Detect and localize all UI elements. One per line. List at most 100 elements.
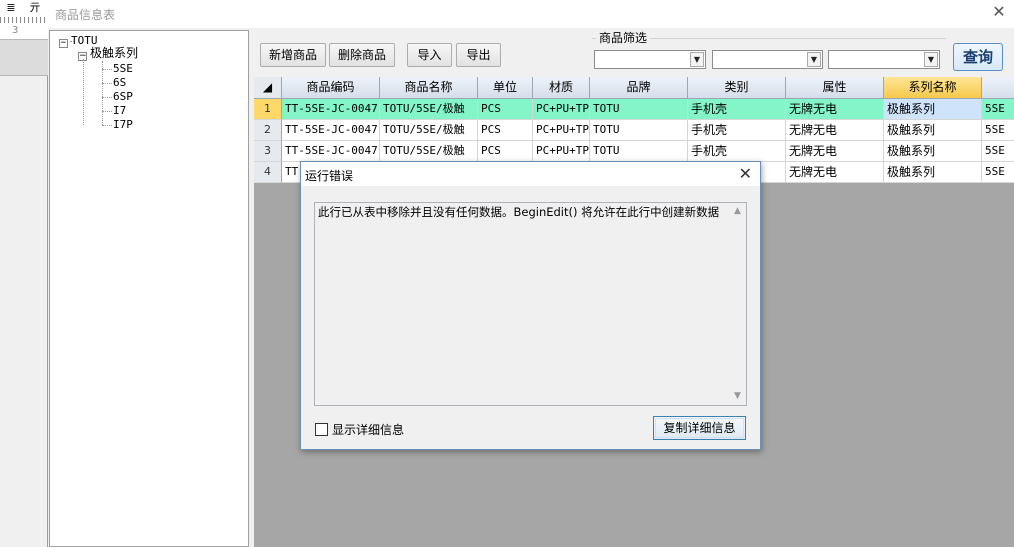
message-scrollbar[interactable]: ▲ ▼ xyxy=(729,203,746,405)
row-number[interactable]: 3 xyxy=(254,141,282,162)
table-row[interactable]: 2 TT-5SE-JC-0047 TOTU/5SE/极触 PCS PC+PU+T… xyxy=(254,120,1014,141)
tree-node-series[interactable]: − 极触系列 xyxy=(78,47,138,61)
tree-leaf[interactable]: 5SE xyxy=(113,62,133,75)
cell-brand[interactable]: TOTU xyxy=(590,99,688,120)
tree-line xyxy=(70,41,74,42)
cell-category[interactable]: 手机壳 xyxy=(688,141,786,162)
layout-icon[interactable]: 亓 xyxy=(26,1,44,15)
cell-code[interactable]: TT-5SE-JC-0047 xyxy=(282,99,380,120)
column-header[interactable]: 商品编码 xyxy=(282,77,380,99)
align-icon[interactable]: ≣ xyxy=(2,1,20,15)
cell-name[interactable]: TOTU/5SE/极触 xyxy=(380,120,478,141)
close-icon[interactable]: ✕ xyxy=(739,164,752,184)
cell-category[interactable]: 手机壳 xyxy=(688,120,786,141)
cell-unit[interactable]: PCS xyxy=(478,141,533,162)
cell-series[interactable]: 极触系列 xyxy=(884,99,982,120)
cell-code[interactable]: TT-5SE-JC-0047 xyxy=(282,120,380,141)
column-header[interactable]: 品牌 xyxy=(590,77,688,99)
cell-material[interactable]: PC+PU+TP xyxy=(533,99,590,120)
cell-material[interactable]: PC+PU+TP xyxy=(533,120,590,141)
table-row[interactable]: 1 TT-5SE-JC-0047 TOTU/5SE/极触 PCS PC+PU+T… xyxy=(254,99,1014,120)
column-header[interactable]: 材质 xyxy=(533,77,590,99)
background-window-strip: ≣ 亓 3 xyxy=(0,0,48,547)
tree-line xyxy=(102,69,112,70)
column-header[interactable]: 类别 xyxy=(688,77,786,99)
cell-extra[interactable]: 5SE xyxy=(982,120,1014,141)
chevron-down-icon[interactable]: ▼ xyxy=(690,52,704,67)
cell-code[interactable]: TT-5SE-JC-0047 xyxy=(282,141,380,162)
ruler: ≣ 亓 3 xyxy=(0,0,48,40)
row-number[interactable]: 1 xyxy=(254,99,282,120)
tree-line xyxy=(102,61,103,125)
error-message-box[interactable]: 此行已从表中移除并且没有任何数据。BeginEdit() 将允许在此行中创建新数… xyxy=(314,202,747,406)
scroll-down-icon[interactable]: ▼ xyxy=(729,388,746,405)
dialog-titlebar: 运行错误 ✕ xyxy=(301,162,760,186)
delete-product-button[interactable]: 删除商品 xyxy=(329,43,395,67)
checkbox-icon[interactable] xyxy=(315,423,328,436)
ruler-number: 3 xyxy=(12,25,19,36)
tree-line xyxy=(102,111,112,112)
cell-category[interactable]: 手机壳 xyxy=(688,99,786,120)
scroll-up-icon[interactable]: ▲ xyxy=(729,203,746,220)
column-header[interactable]: 商品名称 xyxy=(380,77,478,99)
filter-combo-2[interactable]: ▼ xyxy=(712,50,823,69)
column-header[interactable]: 单位 xyxy=(478,77,533,99)
cell-series[interactable]: 极触系列 xyxy=(884,141,982,162)
ruler-ticks xyxy=(0,17,48,23)
window-title: 商品信息表 xyxy=(55,8,116,22)
error-message: 此行已从表中移除并且没有任何数据。BeginEdit() 将允许在此行中创建新数… xyxy=(318,205,720,219)
export-button[interactable]: 导出 xyxy=(456,43,501,67)
product-filter-label: 商品筛选 xyxy=(596,29,651,46)
filter-combo-1[interactable]: ▼ xyxy=(594,50,706,69)
filter-combo-3[interactable]: ▼ xyxy=(828,50,940,69)
window-titlebar: 商品信息表 ✕ xyxy=(48,0,1014,28)
query-button[interactable]: 查询 xyxy=(953,43,1003,71)
background-band xyxy=(0,40,48,76)
select-all-corner[interactable]: ◢ xyxy=(254,77,282,99)
tree-leaf[interactable]: 6S xyxy=(113,76,126,89)
chevron-down-icon[interactable]: ▼ xyxy=(807,52,821,67)
cell-material[interactable]: PC+PU+TP xyxy=(533,141,590,162)
cell-brand[interactable]: TOTU xyxy=(590,120,688,141)
column-header-selected[interactable]: 系列名称 xyxy=(884,77,982,99)
cell-extra[interactable]: 5SE xyxy=(982,141,1014,162)
column-header[interactable]: 属性 xyxy=(786,77,884,99)
cell-unit[interactable]: PCS xyxy=(478,120,533,141)
cell-extra[interactable]: 5SE xyxy=(982,99,1014,120)
category-tree: − TOTU − 极触系列 5SE 6S 6SP I7 I7P xyxy=(49,30,249,547)
import-button[interactable]: 导入 xyxy=(407,43,452,67)
cell-unit[interactable]: PCS xyxy=(478,99,533,120)
cell-series[interactable]: 极触系列 xyxy=(884,162,982,183)
cell-attribute[interactable]: 无牌无电 xyxy=(786,141,884,162)
close-icon[interactable]: ✕ xyxy=(990,3,1008,21)
cell-name[interactable]: TOTU/5SE/极触 xyxy=(380,99,478,120)
tree-node-label: 极触系列 xyxy=(90,46,139,60)
cell-attribute[interactable]: 无牌无电 xyxy=(786,162,884,183)
copy-details-button[interactable]: 复制详细信息 xyxy=(653,416,746,440)
tree-line xyxy=(102,83,112,84)
cell-extra[interactable]: 5SE xyxy=(982,162,1014,183)
add-product-button[interactable]: 新增商品 xyxy=(260,43,326,67)
cell-brand[interactable]: TOTU xyxy=(590,141,688,162)
error-dialog: 运行错误 ✕ 此行已从表中移除并且没有任何数据。BeginEdit() 将允许在… xyxy=(300,161,761,450)
cell-attribute[interactable]: 无牌无电 xyxy=(786,99,884,120)
chevron-down-icon[interactable]: ▼ xyxy=(924,52,938,67)
table-row[interactable]: 3 TT-5SE-JC-0047 TOTU/5SE/极触 PCS PC+PU+T… xyxy=(254,141,1014,162)
checkbox-label: 显示详细信息 xyxy=(332,423,405,437)
tree-leaf[interactable]: 6SP xyxy=(113,90,133,103)
cell-name[interactable]: TOTU/5SE/极触 xyxy=(380,141,478,162)
row-number[interactable]: 4 xyxy=(254,162,282,183)
column-header[interactable] xyxy=(982,77,1014,99)
grid-header: ◢ 商品编码 商品名称 单位 材质 品牌 类别 属性 系列名称 xyxy=(254,77,1014,99)
tree-leaf[interactable]: I7 xyxy=(113,104,126,117)
minus-box-icon[interactable]: − xyxy=(59,39,68,48)
cell-attribute[interactable]: 无牌无电 xyxy=(786,120,884,141)
show-details-checkbox[interactable]: 显示详细信息 xyxy=(315,421,404,438)
tree-leaf[interactable]: I7P xyxy=(113,118,133,131)
row-number[interactable]: 2 xyxy=(254,120,282,141)
cell-series[interactable]: 极触系列 xyxy=(884,120,982,141)
dialog-title: 运行错误 xyxy=(305,169,354,183)
tree-line xyxy=(83,59,84,125)
tree-line xyxy=(102,125,112,126)
tree-line xyxy=(102,97,112,98)
